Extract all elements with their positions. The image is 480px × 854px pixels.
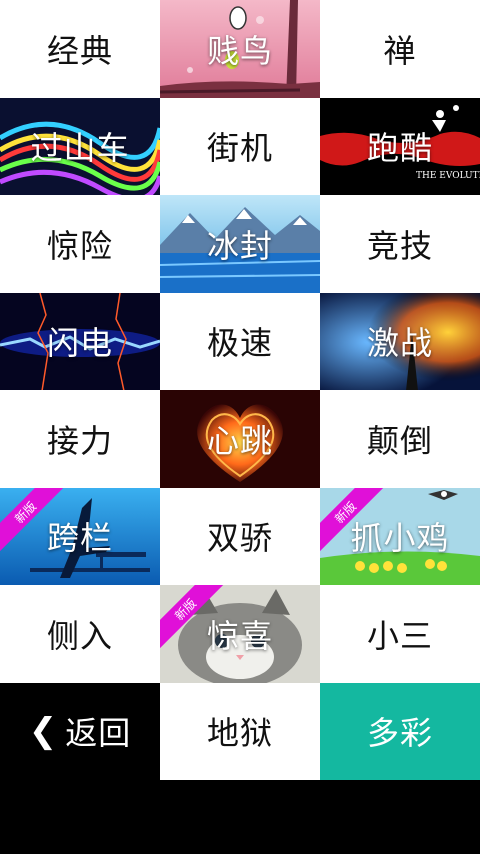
mode-label: 跨栏 [46, 519, 113, 558]
mode-tile-classic[interactable]: 经典 [0, 0, 160, 98]
mode-tile-catch-chicks[interactable]: 新版 抓小鸡 [320, 487, 480, 585]
mode-label: 贱鸟 [206, 31, 273, 70]
mode-tile-relay[interactable]: 接力 [0, 390, 160, 488]
mode-label: 抓小鸡 [350, 519, 450, 558]
mode-tile-bird[interactable]: 贱鸟 [160, 0, 320, 98]
mode-tile-mistress[interactable]: 小三 [320, 585, 480, 683]
mode-label: 冰封 [206, 226, 273, 265]
mode-tile-arcade[interactable]: 街机 [160, 97, 320, 195]
mode-tile-upside-down[interactable]: 颠倒 [320, 390, 480, 488]
mode-label: 惊喜 [206, 616, 273, 655]
mode-tile-zen[interactable]: 禅 [320, 0, 480, 98]
mode-tile-frozen[interactable]: 冰封 [160, 195, 320, 293]
mode-tile-thrill[interactable]: 惊险 [0, 195, 160, 293]
mode-label: 颠倒 [366, 421, 433, 460]
mode-label: 经典 [46, 31, 113, 70]
mode-grid: 经典 贱鸟 禅 过山车 街机 THE EVOLUT 跑酷 惊险 冰封 竞技 闪电… [0, 0, 480, 780]
mode-label: 双骄 [206, 519, 273, 558]
mode-label: 小三 [366, 616, 433, 655]
mode-label: 惊险 [46, 226, 113, 265]
mode-tile-parkour[interactable]: THE EVOLUTION 跑酷 [320, 97, 480, 195]
mode-label: 竞技 [366, 226, 433, 265]
mode-tile-speed[interactable]: 极速 [160, 292, 320, 390]
mode-tile-rollercoaster[interactable]: 过山车 [0, 97, 160, 195]
mode-tile-duo[interactable]: 双骄 [160, 487, 320, 585]
mode-label: 地狱 [206, 714, 273, 753]
mode-tile-side-entry[interactable]: 侧入 [0, 585, 160, 683]
mode-label: 过山车 [30, 129, 130, 168]
mode-tile-battle[interactable]: 激战 [320, 292, 480, 390]
back-label: 返回 [65, 714, 132, 753]
mode-tile-colorful[interactable]: 多彩 [320, 682, 480, 780]
chevron-left-icon: ❮ [28, 711, 58, 752]
mode-tile-hell[interactable]: 地狱 [160, 682, 320, 780]
mode-tile-lightning[interactable]: 闪电 [0, 292, 160, 390]
mode-label: 闪电 [46, 324, 113, 363]
mode-label: 街机 [206, 129, 273, 168]
mode-label: 禅 [383, 31, 417, 70]
mode-label: 激战 [366, 324, 433, 363]
mode-label: 跑酷 [366, 129, 433, 168]
mode-label: 心跳 [206, 421, 273, 460]
mode-label: 侧入 [46, 616, 113, 655]
mode-tile-hurdles[interactable]: 新版 跨栏 [0, 487, 160, 585]
mode-label: 多彩 [366, 714, 433, 753]
mode-tile-surprise[interactable]: 新版 惊喜 [160, 585, 320, 683]
art-caption: THE EVOLUTION [416, 171, 480, 181]
back-button[interactable]: ❮ 返回 [0, 682, 160, 780]
mode-tile-heartbeat[interactable]: 心跳 [160, 390, 320, 488]
mode-label: 极速 [206, 324, 273, 363]
mode-label: 接力 [46, 421, 113, 460]
mode-tile-compete[interactable]: 竞技 [320, 195, 480, 293]
